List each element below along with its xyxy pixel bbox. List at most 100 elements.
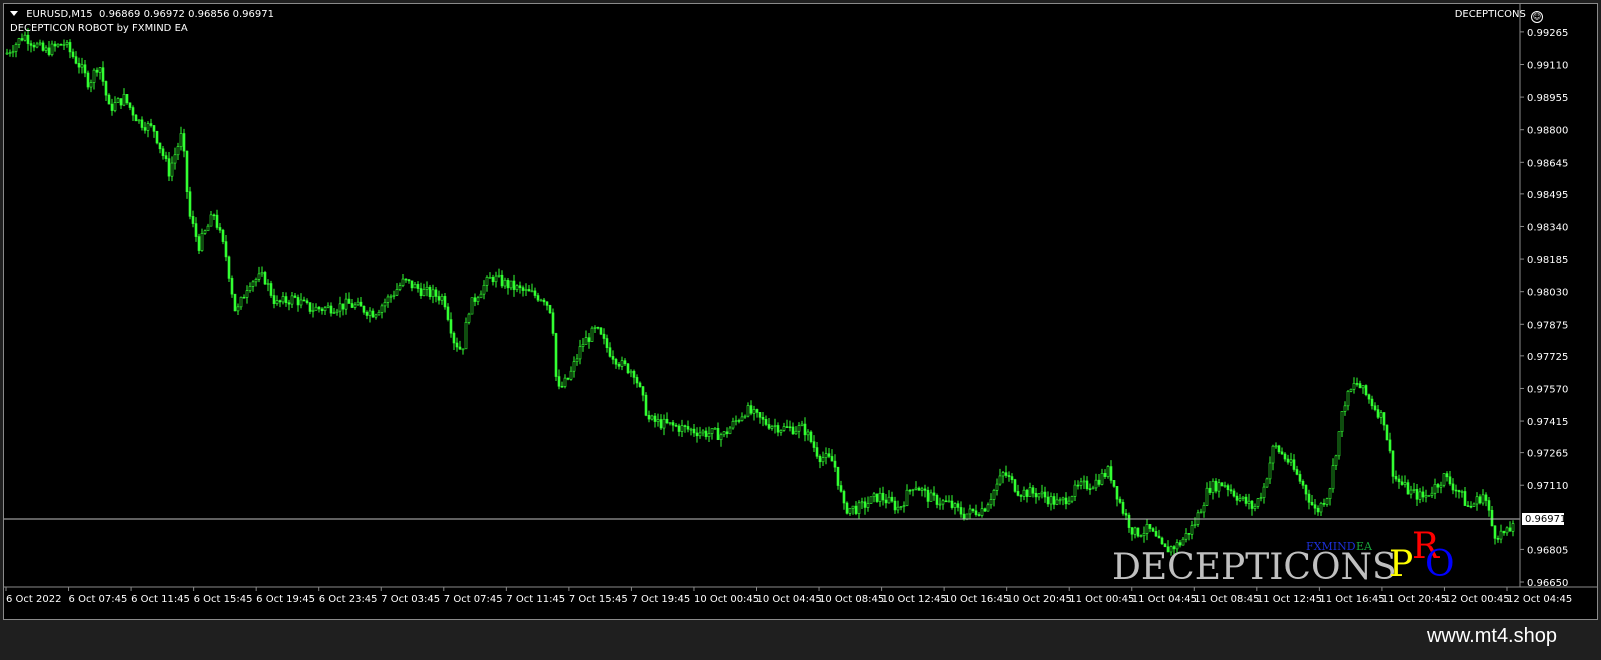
candle-body (5, 52, 9, 55)
candle (710, 428, 714, 440)
candle (1040, 484, 1044, 499)
candle-body (1298, 474, 1302, 482)
candle-body (1139, 535, 1143, 538)
candle-body (1250, 500, 1254, 509)
candle-body (569, 370, 573, 380)
candle (1463, 486, 1467, 506)
candle-body (839, 485, 843, 492)
candle (1139, 534, 1143, 538)
candle (662, 414, 666, 436)
candle-body (704, 430, 708, 437)
candle-body (722, 431, 726, 436)
candle-body (827, 453, 831, 457)
candle-body (1238, 498, 1242, 501)
candle-body (1283, 453, 1287, 460)
chart-window[interactable]: 0.99265 0.99110 0.98955 0.98800 0.98645 0.984… (3, 3, 1598, 620)
candle-body (158, 142, 162, 150)
candle-body (455, 342, 459, 348)
candle-body (1223, 485, 1227, 487)
candle (362, 305, 366, 315)
candle (197, 233, 201, 255)
dropdown-triangle-icon[interactable] (10, 11, 18, 16)
candle (296, 294, 300, 312)
candle (131, 105, 135, 121)
candle (719, 432, 723, 447)
candle-body (77, 63, 81, 68)
candle (1409, 485, 1413, 499)
candle-body (848, 507, 852, 514)
candle (281, 292, 285, 305)
candle (341, 303, 345, 316)
price-chart[interactable]: 0.99265 0.99110 0.98955 0.98800 0.98645 0.984… (4, 4, 1598, 620)
candle-body (1436, 484, 1440, 488)
candle-body (362, 305, 366, 313)
candle (800, 420, 804, 427)
candle-body (350, 303, 354, 308)
candle (1076, 480, 1080, 490)
candle-body (1073, 484, 1077, 497)
price-tick-label: 0.98645 (1527, 158, 1568, 169)
candle-body (605, 338, 609, 348)
candle (971, 508, 975, 513)
candle-body (302, 299, 306, 302)
candle-body (410, 280, 414, 289)
candle-body (119, 98, 123, 106)
candle (116, 97, 120, 103)
candle (917, 486, 921, 491)
candle-body (1397, 478, 1401, 483)
candle (1340, 410, 1344, 437)
watermark-url[interactable]: www.mt4.shop (1427, 625, 1557, 648)
smiley-icon[interactable]: ☺ (1531, 11, 1543, 23)
candle-body (212, 214, 216, 217)
candle-body (359, 301, 363, 307)
candle-body (1445, 473, 1449, 478)
candle-body (275, 300, 279, 304)
candle (812, 435, 816, 452)
candle (665, 412, 669, 425)
candle-body (530, 290, 534, 293)
candle (1400, 475, 1404, 486)
candle (248, 282, 252, 293)
candle-body (116, 98, 120, 103)
candle-body (1100, 472, 1104, 485)
candle (1223, 481, 1227, 488)
candle-body (635, 377, 639, 384)
candle-body (254, 278, 258, 283)
candle-body (1247, 500, 1251, 504)
candle (632, 369, 636, 385)
candle-body (233, 293, 237, 312)
candle (920, 486, 924, 497)
candle-body (227, 256, 231, 279)
candle-body (368, 310, 372, 316)
candle-body (932, 492, 936, 496)
candle-body (299, 299, 303, 306)
candle (896, 500, 900, 514)
candle-body (896, 506, 900, 511)
candle-body (698, 432, 702, 437)
candle (902, 501, 906, 513)
brand-ea-text: EA (1356, 540, 1372, 553)
candle-body (380, 305, 384, 313)
candle-body (1373, 405, 1377, 410)
candle-body (755, 409, 759, 413)
candle-body (131, 107, 135, 116)
candle-body (1391, 450, 1395, 477)
candle (56, 43, 60, 48)
candle (1127, 512, 1131, 533)
candle (926, 486, 930, 509)
candle (380, 303, 384, 319)
candle-body (941, 500, 945, 505)
candle-body (392, 294, 396, 297)
candle (1268, 456, 1272, 485)
candle (428, 285, 432, 300)
candle (1487, 496, 1491, 517)
candle (560, 381, 564, 388)
candle-body (1259, 497, 1263, 499)
candle (1505, 526, 1509, 536)
candle (290, 292, 294, 308)
candle-body (449, 319, 453, 334)
candle-body (1358, 383, 1362, 389)
candle (1184, 528, 1188, 543)
candle (527, 285, 531, 292)
candle-body (788, 426, 792, 429)
